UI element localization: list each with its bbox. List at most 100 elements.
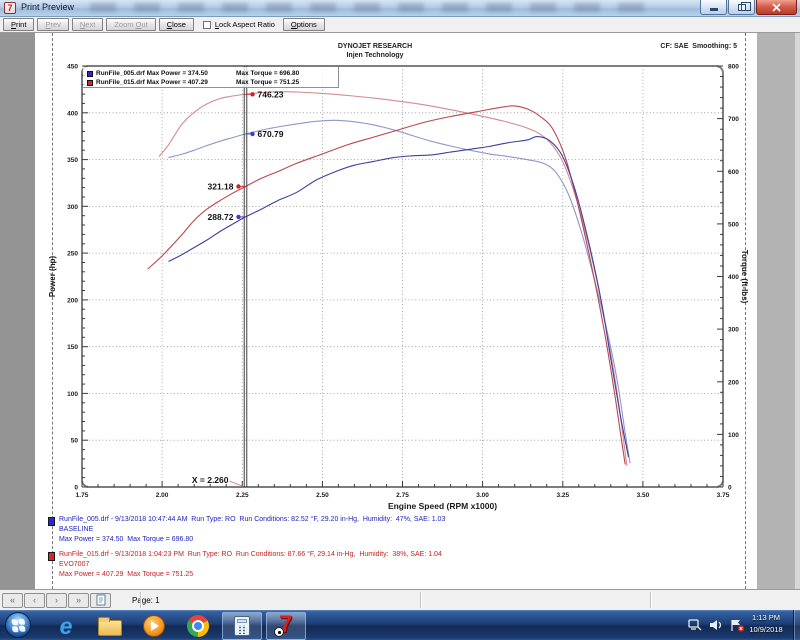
cursor-value-label: 746.23 <box>258 89 284 99</box>
toolbar-button-prev[interactable]: Prev <box>37 18 69 31</box>
minimize-button[interactable] <box>700 0 727 15</box>
winpep-icon: 7 <box>274 611 298 638</box>
legend-torque: Max Torque = 696.80 <box>236 70 300 77</box>
x-tick-label: 3.25 <box>556 492 569 499</box>
taskbar-app-internet-explorer[interactable]: e <box>44 612 88 640</box>
internet-explorer-icon: e <box>59 612 73 639</box>
maximize-button[interactable] <box>728 0 755 15</box>
power-tick-label: 100 <box>67 391 78 398</box>
toolbar-button-zoom-out[interactable]: Zoom Out <box>106 18 156 31</box>
cursor-point-marker <box>236 214 241 220</box>
x-tick-label: 3.50 <box>637 492 650 499</box>
x-tick-label: 2.25 <box>236 492 249 499</box>
prev-page-button[interactable]: ‹ <box>24 592 45 608</box>
power-tick-label: 150 <box>67 344 78 351</box>
taskbar-app-calculator[interactable] <box>222 611 262 640</box>
power-tick-label: 50 <box>71 438 79 445</box>
lock-aspect-ratio-control[interactable]: Lock Aspect Ratio <box>202 20 275 29</box>
toolbar-button-next[interactable]: Next <box>71 18 104 31</box>
toolbar-button-close[interactable]: Close <box>158 18 194 31</box>
curve-runfile_005-torque <box>168 119 631 464</box>
power-tick-label: 450 <box>67 64 78 71</box>
chrome-icon <box>187 614 209 637</box>
legend-label: RunFile_005.drf Max Power = 374.50 <box>96 70 208 77</box>
run-conditions: RunFile_005.drf - 9/13/2018 10:47:44 AM … <box>59 516 446 523</box>
power-tick-label: 250 <box>67 251 78 258</box>
chart-cursor[interactable] <box>243 66 248 487</box>
statusbar-separator <box>140 592 141 608</box>
cursor-value-label: 321.18 <box>208 182 234 192</box>
taskbar-app-windows-explorer[interactable] <box>88 612 132 640</box>
window-title: Print Preview <box>21 2 75 12</box>
clock-date: 10/9/2018 <box>749 625 783 634</box>
restore-icon <box>737 1 751 11</box>
background-window-ghost-text <box>90 3 650 12</box>
legend-label: RunFile_015.drf Max Power = 407.29 <box>96 79 208 86</box>
power-tick-label: 200 <box>67 297 78 304</box>
cursor-point-marker <box>250 92 255 97</box>
taskbar-app-chrome[interactable] <box>176 612 220 640</box>
statusbar: «‹ ›» Page: 1 <box>0 589 800 610</box>
run-conditions: RunFile_015.drf - 9/13/2018 1:04:23 PM R… <box>59 551 442 558</box>
torque-tick-label: 300 <box>728 327 739 334</box>
statusbar-separator <box>420 592 421 608</box>
toolbar-button-print[interactable]: Print <box>3 18 35 31</box>
windows-logo-icon <box>11 618 25 632</box>
folder-icon <box>98 616 122 636</box>
taskbar-clock[interactable]: 1:13 PM 10/9/2018 <box>742 612 790 636</box>
page-setup-button[interactable] <box>90 592 111 608</box>
torque-tick-label: 400 <box>728 274 739 281</box>
power-tick-label: 400 <box>67 110 78 117</box>
torque-tick-label: 600 <box>728 169 739 176</box>
close-icon <box>772 2 781 12</box>
lock-aspect-ratio-label: Lock Aspect Ratio <box>214 20 275 29</box>
calculator-icon <box>234 615 250 636</box>
media-player-icon <box>143 614 165 637</box>
x-tick-label: 2.50 <box>316 492 329 499</box>
preview-left-gutter <box>0 33 35 589</box>
next-page-button[interactable]: › <box>46 592 67 608</box>
lock-aspect-ratio-checkbox[interactable] <box>202 20 211 29</box>
power-axis-title: Power (hp) <box>48 256 57 298</box>
torque-tick-label: 800 <box>728 64 739 71</box>
x-tick-label: 3.00 <box>476 492 489 499</box>
torque-tick-label: 0 <box>728 485 732 492</box>
run-max-values: Max Power = 374.50 Max Torque = 696.80 <box>59 536 194 543</box>
torque-axis-title: Torque (ft-lbs) <box>740 250 749 304</box>
cursor-x-label: X = 2.260 <box>192 475 229 485</box>
power-tick-label: 0 <box>74 485 78 492</box>
run-name: BASELINE <box>59 526 94 533</box>
legend-row: RunFile_005.drf Max Power = 374.50 Max To… <box>87 69 299 78</box>
preview-scroll-strip[interactable] <box>795 33 800 589</box>
run-swatch-icon <box>48 517 55 526</box>
system-tray <box>681 610 745 640</box>
volume-icon[interactable] <box>709 619 723 631</box>
winpep-app-icon: 7 <box>4 2 16 14</box>
taskbar-apps: e7 <box>44 610 308 640</box>
print-page: DYNOJET RESEARCH Injen Technology CF: SA… <box>35 33 757 589</box>
print-preview-area: DYNOJET RESEARCH Injen Technology CF: SA… <box>0 33 800 589</box>
network-icon[interactable] <box>688 619 702 631</box>
torque-tick-label: 500 <box>728 221 739 228</box>
taskbar-app-windows-media-player[interactable] <box>132 612 176 640</box>
x-tick-label: 2.00 <box>156 492 169 499</box>
titlebar[interactable]: 7 Print Preview <box>0 0 800 17</box>
x-tick-label: 1.75 <box>76 492 89 499</box>
chart-legend: RunFile_005.drf Max Power = 374.50 Max To… <box>83 67 339 88</box>
run-max-values: Max Power = 407.29 Max Torque = 751.25 <box>59 571 194 578</box>
start-button[interactable] <box>5 612 31 638</box>
close-button[interactable] <box>756 0 797 15</box>
run-name: EVO7007 <box>59 561 90 568</box>
toolbar-button-options[interactable]: Options <box>282 18 325 31</box>
first-page-button[interactable]: « <box>2 592 23 608</box>
cursor-value-label: 670.79 <box>258 129 284 139</box>
toolbar-right: Options <box>282 18 328 31</box>
last-page-button[interactable]: » <box>68 592 89 608</box>
minimize-icon <box>709 8 718 11</box>
cursor-value-label: 288.72 <box>208 212 234 222</box>
show-desktop-button[interactable] <box>793 610 800 640</box>
taskbar-app-winpep[interactable]: 7 <box>266 611 306 640</box>
cursor-point-marker <box>250 131 255 137</box>
dyno-chart[interactable]: 1.75 2.00 2.25 2.50 2.75 3.00 3.25 3.50 3.750501… <box>35 33 757 543</box>
curve-runfile_015-power <box>147 105 626 465</box>
